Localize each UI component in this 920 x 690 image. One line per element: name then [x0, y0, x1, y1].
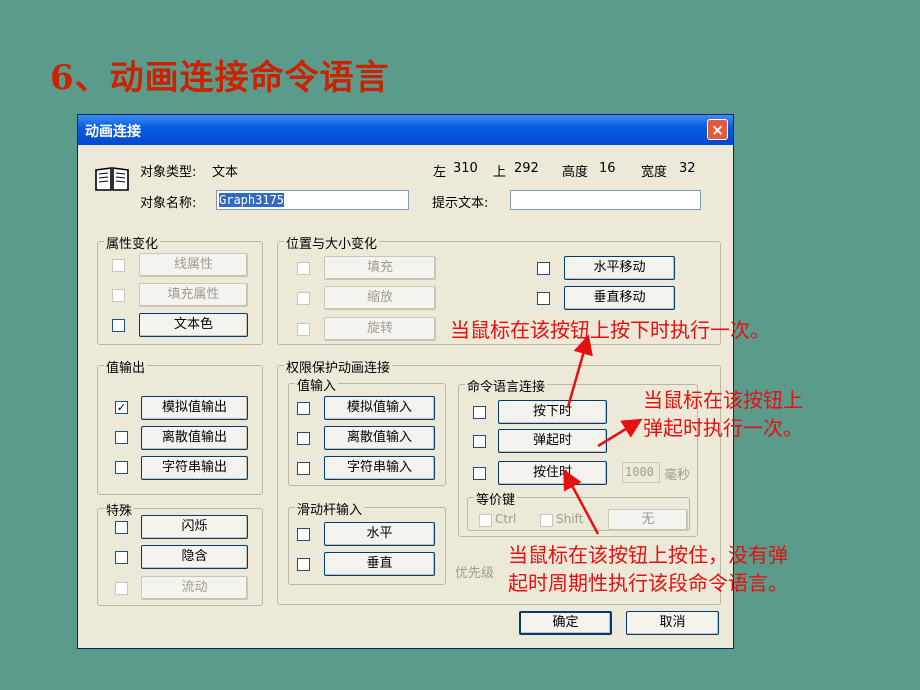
flash-button[interactable]: 闪烁 — [141, 515, 248, 539]
interval-input[interactable]: 1000 — [622, 462, 660, 483]
annotation-while-hold-line1: 当鼠标在该按钮上按住，没有弹 — [508, 543, 788, 567]
text-color-checkbox[interactable] — [112, 319, 125, 332]
priority-label: 优先级 — [455, 566, 495, 581]
left-label: 左 — [433, 165, 447, 180]
flow-checkbox[interactable] — [115, 582, 128, 595]
discrete-input-button[interactable]: 离散值输入 — [324, 426, 435, 450]
on-release-checkbox[interactable] — [473, 435, 486, 448]
string-input-button[interactable]: 字符串输入 — [324, 456, 435, 480]
cancel-button[interactable]: 取消 — [626, 611, 719, 635]
line-attr-button[interactable]: 线属性 — [139, 253, 248, 277]
analog-output-checkbox[interactable]: ✓ — [115, 401, 128, 414]
ok-button[interactable]: 确定 — [519, 611, 612, 635]
string-input-checkbox[interactable] — [297, 462, 310, 475]
equiv-key-caption: 等价键 — [474, 489, 518, 508]
hide-checkbox[interactable] — [115, 551, 128, 564]
text-color-button[interactable]: 文本色 — [139, 313, 248, 337]
book-icon — [95, 167, 129, 191]
flash-checkbox[interactable] — [115, 521, 128, 534]
width-value: 32 — [679, 161, 696, 176]
on-release-button[interactable]: 弹起时 — [498, 429, 607, 453]
on-press-button[interactable]: 按下时 — [498, 400, 607, 424]
top-label: 上 — [493, 165, 507, 180]
scale-button[interactable]: 缩放 — [324, 286, 436, 310]
horizontal-slider-button[interactable]: 水平 — [324, 522, 435, 546]
vertical-move-button[interactable]: 垂直移动 — [564, 286, 675, 310]
command-language-caption: 命令语言连接 — [465, 376, 548, 395]
tip-text-input[interactable] — [510, 190, 701, 210]
object-name-field[interactable]: Graph3175 — [216, 190, 409, 210]
ctrl-checkbox[interactable] — [479, 514, 492, 527]
attr-change-caption: 属性变化 — [104, 233, 161, 252]
height-label: 高度 — [562, 165, 589, 180]
horizontal-move-checkbox[interactable] — [537, 262, 550, 275]
rotate-button[interactable]: 旋转 — [324, 317, 436, 341]
hide-button[interactable]: 隐含 — [141, 545, 248, 569]
dialog-titlebar: 动画连接 × — [78, 115, 733, 145]
horizontal-slider-checkbox[interactable] — [297, 528, 310, 541]
special-caption: 特殊 — [104, 500, 135, 519]
annotation-on-release-line1: 当鼠标在该按钮上 — [643, 388, 803, 412]
position-size-caption: 位置与大小变化 — [284, 233, 380, 252]
while-hold-button[interactable]: 按住时 — [498, 461, 607, 485]
string-output-checkbox[interactable] — [115, 461, 128, 474]
annotation-on-press: 当鼠标在该按钮上按下时执行一次。 — [450, 318, 770, 342]
analog-output-button[interactable]: 模拟值输出 — [141, 396, 248, 420]
rotate-checkbox[interactable] — [297, 323, 310, 336]
dialog-title: 动画连接 — [85, 124, 141, 140]
slider-input-caption: 滑动杆输入 — [295, 499, 365, 518]
protected-link-caption: 权限保护动画连接 — [284, 357, 393, 376]
flow-button[interactable]: 流动 — [141, 576, 248, 600]
equiv-key-button[interactable]: 无 — [608, 509, 688, 531]
fill-checkbox[interactable] — [297, 262, 310, 275]
ctrl-label: Ctrl — [495, 512, 517, 526]
line-attr-checkbox[interactable] — [112, 259, 125, 272]
on-press-checkbox[interactable] — [473, 406, 486, 419]
string-output-button[interactable]: 字符串输出 — [141, 456, 248, 480]
vertical-slider-button[interactable]: 垂直 — [324, 552, 435, 576]
shift-label: Shift — [556, 512, 584, 526]
discrete-output-checkbox[interactable] — [115, 431, 128, 444]
close-button[interactable]: × — [707, 119, 728, 140]
object-type-value: 文本 — [212, 165, 239, 180]
discrete-output-button[interactable]: 离散值输出 — [141, 426, 248, 450]
tip-text-label: 提示文本: — [432, 196, 489, 211]
value-output-caption: 值输出 — [104, 357, 148, 376]
vertical-slider-checkbox[interactable] — [297, 558, 310, 571]
fill-attr-button[interactable]: 填充属性 — [139, 283, 248, 307]
vertical-move-checkbox[interactable] — [537, 292, 550, 305]
horizontal-move-button[interactable]: 水平移动 — [564, 256, 675, 280]
object-name-value: Graph3175 — [219, 193, 285, 207]
object-type-label: 对象类型: — [140, 165, 197, 180]
discrete-input-checkbox[interactable] — [297, 432, 310, 445]
top-value: 292 — [514, 161, 539, 176]
shift-checkbox[interactable] — [540, 514, 553, 527]
slide-title: 6、动画连接命令语言 — [50, 58, 390, 98]
fill-attr-checkbox[interactable] — [112, 289, 125, 302]
value-input-caption: 值输入 — [295, 375, 339, 394]
while-hold-checkbox[interactable] — [473, 467, 486, 480]
object-name-label: 对象名称: — [140, 196, 197, 211]
height-value: 16 — [599, 161, 616, 176]
scale-checkbox[interactable] — [297, 292, 310, 305]
analog-input-checkbox[interactable] — [297, 402, 310, 415]
annotation-on-release-line2: 弹起时执行一次。 — [643, 416, 803, 440]
interval-unit-label: 毫秒 — [664, 468, 691, 483]
left-value: 310 — [453, 161, 478, 176]
annotation-while-hold-line2: 起时周期性执行该段命令语言。 — [508, 571, 788, 595]
fill-button[interactable]: 填充 — [324, 256, 436, 280]
analog-input-button[interactable]: 模拟值输入 — [324, 396, 435, 420]
width-label: 宽度 — [641, 165, 668, 180]
